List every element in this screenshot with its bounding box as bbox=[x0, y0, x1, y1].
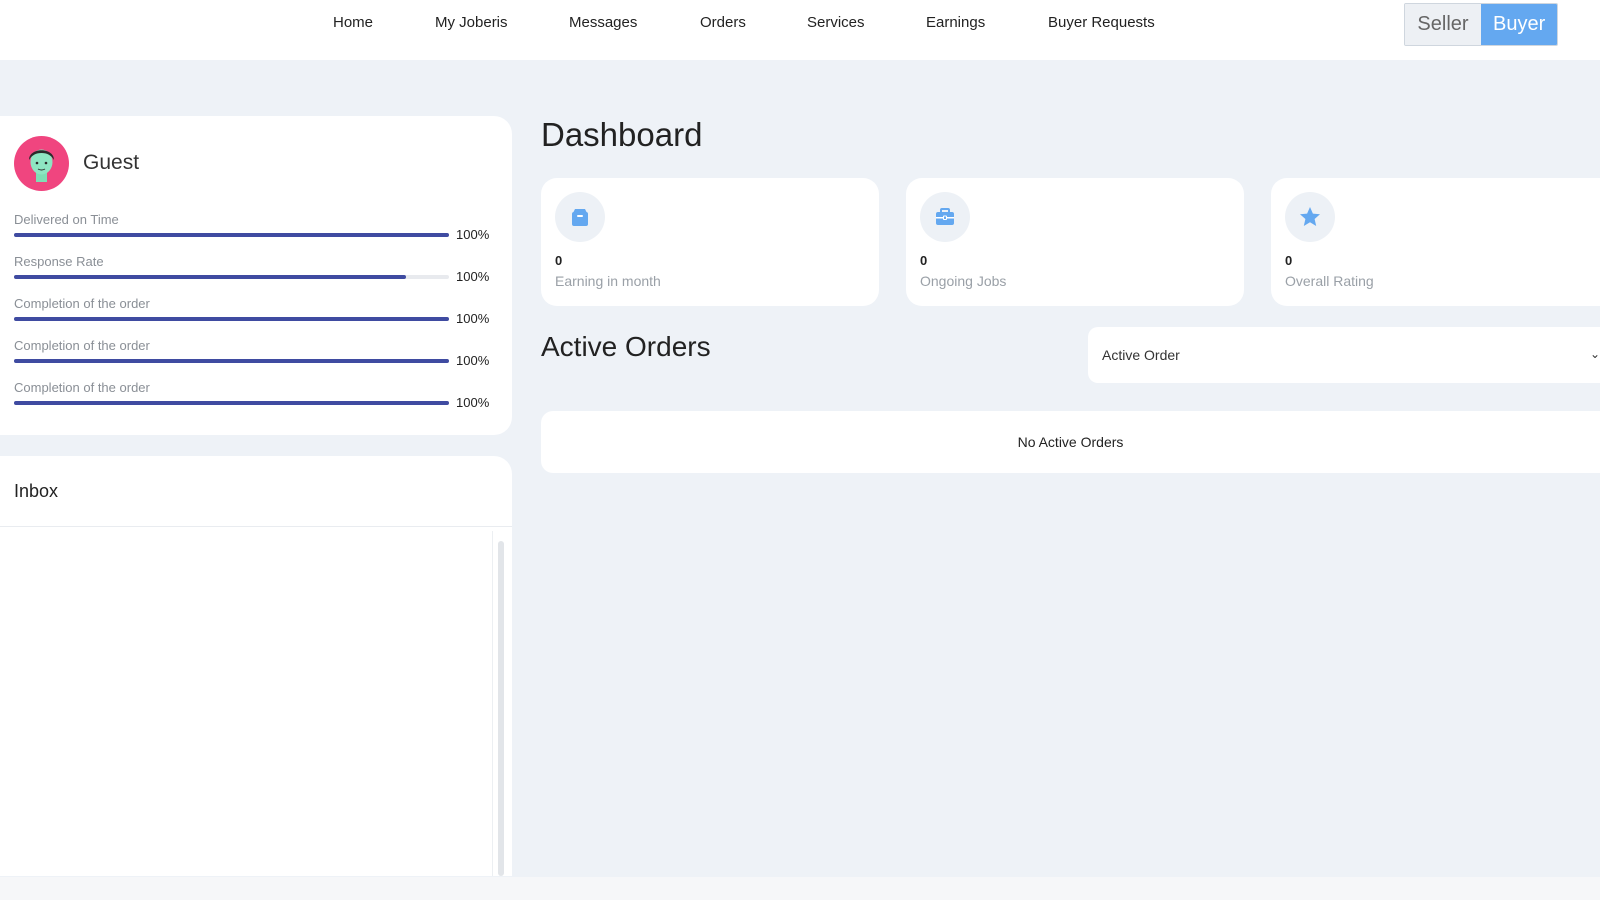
metric-label: Completion of the order bbox=[14, 296, 150, 311]
active-orders-title: Active Orders bbox=[541, 331, 711, 362]
progress-track bbox=[14, 233, 449, 237]
stat-value: 0 bbox=[555, 253, 563, 268]
nav-earnings[interactable]: Earnings bbox=[926, 14, 985, 31]
progress-fill bbox=[14, 317, 449, 321]
progress-track bbox=[14, 359, 449, 363]
nav-orders[interactable]: Orders bbox=[700, 14, 746, 31]
metric-label: Response Rate bbox=[14, 254, 104, 269]
profile-name: Guest bbox=[83, 151, 140, 174]
metric-label: Completion of the order bbox=[14, 338, 150, 353]
stat-card-ongoing-jobs: 0 Ongoing Jobs bbox=[906, 178, 1244, 306]
metric-value: 100% bbox=[456, 311, 490, 326]
metric-value: 100% bbox=[456, 395, 490, 410]
wallet-icon bbox=[572, 209, 588, 226]
scrollbar-thumb[interactable] bbox=[498, 541, 504, 876]
metric-delivered-on-time: Delivered on Time 100% bbox=[14, 212, 494, 248]
stat-icon-bg bbox=[555, 192, 605, 242]
stat-label: Earning in month bbox=[555, 273, 661, 289]
metric-completion-2: Completion of the order 100% bbox=[14, 338, 494, 374]
stat-label: Overall Rating bbox=[1285, 273, 1374, 289]
metric-label: Delivered on Time bbox=[14, 212, 119, 227]
stat-card-overall-rating: 0 Overall Rating bbox=[1271, 178, 1600, 306]
nav-home[interactable]: Home bbox=[333, 14, 373, 31]
metric-value: 100% bbox=[456, 269, 490, 284]
stat-value: 0 bbox=[1285, 253, 1293, 268]
chevron-down-icon[interactable]: ⌄ bbox=[1590, 347, 1600, 361]
progress-fill bbox=[14, 359, 449, 363]
nav-my-joberis[interactable]: My Joberis bbox=[435, 14, 508, 31]
top-navigation: Home My Joberis Messages Orders Services… bbox=[0, 0, 1600, 60]
metric-label: Completion of the order bbox=[14, 380, 150, 395]
buyer-mode-button[interactable]: Buyer bbox=[1481, 4, 1557, 45]
progress-fill bbox=[14, 275, 406, 279]
inbox-card: Inbox bbox=[0, 456, 512, 876]
inbox-list[interactable] bbox=[0, 527, 512, 876]
briefcase-icon bbox=[936, 208, 954, 225]
stat-icon-bg bbox=[1285, 192, 1335, 242]
profile-card: Guest Delivered on Time 100% Response Ra… bbox=[0, 116, 512, 435]
stat-value: 0 bbox=[920, 253, 928, 268]
footer-strip bbox=[0, 877, 1600, 900]
stat-label: Ongoing Jobs bbox=[920, 273, 1007, 289]
inbox-scrollbar[interactable] bbox=[492, 531, 508, 876]
progress-track bbox=[14, 275, 449, 279]
active-orders-panel: No Active Orders bbox=[541, 411, 1600, 473]
progress-fill bbox=[14, 401, 449, 405]
progress-track bbox=[14, 401, 449, 405]
metric-value: 100% bbox=[456, 227, 490, 242]
metric-value: 100% bbox=[456, 353, 490, 368]
stat-card-earnings: 0 Earning in month bbox=[541, 178, 879, 306]
stat-icon-bg bbox=[920, 192, 970, 242]
metric-completion-1: Completion of the order 100% bbox=[14, 296, 494, 332]
progress-fill bbox=[14, 233, 449, 237]
progress-track bbox=[14, 317, 449, 321]
page-title: Dashboard bbox=[541, 116, 703, 153]
empty-state-text: No Active Orders bbox=[1017, 434, 1124, 450]
nav-services[interactable]: Services bbox=[807, 14, 865, 31]
inbox-title: Inbox bbox=[14, 481, 59, 501]
mode-switch: Seller Buyer bbox=[1404, 3, 1558, 46]
nav-buyer-requests[interactable]: Buyer Requests bbox=[1048, 14, 1155, 31]
metric-completion-3: Completion of the order 100% bbox=[14, 380, 494, 416]
order-filter-value: Active Order bbox=[1102, 347, 1180, 363]
metric-response-rate: Response Rate 100% bbox=[14, 254, 494, 290]
nav-links: Home My Joberis Messages Orders Services… bbox=[0, 0, 1600, 46]
order-filter-select[interactable]: Active Order bbox=[1088, 327, 1600, 383]
user-avatar-icon bbox=[29, 149, 54, 182]
nav-messages[interactable]: Messages bbox=[569, 14, 637, 31]
seller-mode-button[interactable]: Seller bbox=[1405, 4, 1481, 45]
avatar[interactable] bbox=[14, 136, 69, 191]
star-icon bbox=[1300, 207, 1320, 226]
